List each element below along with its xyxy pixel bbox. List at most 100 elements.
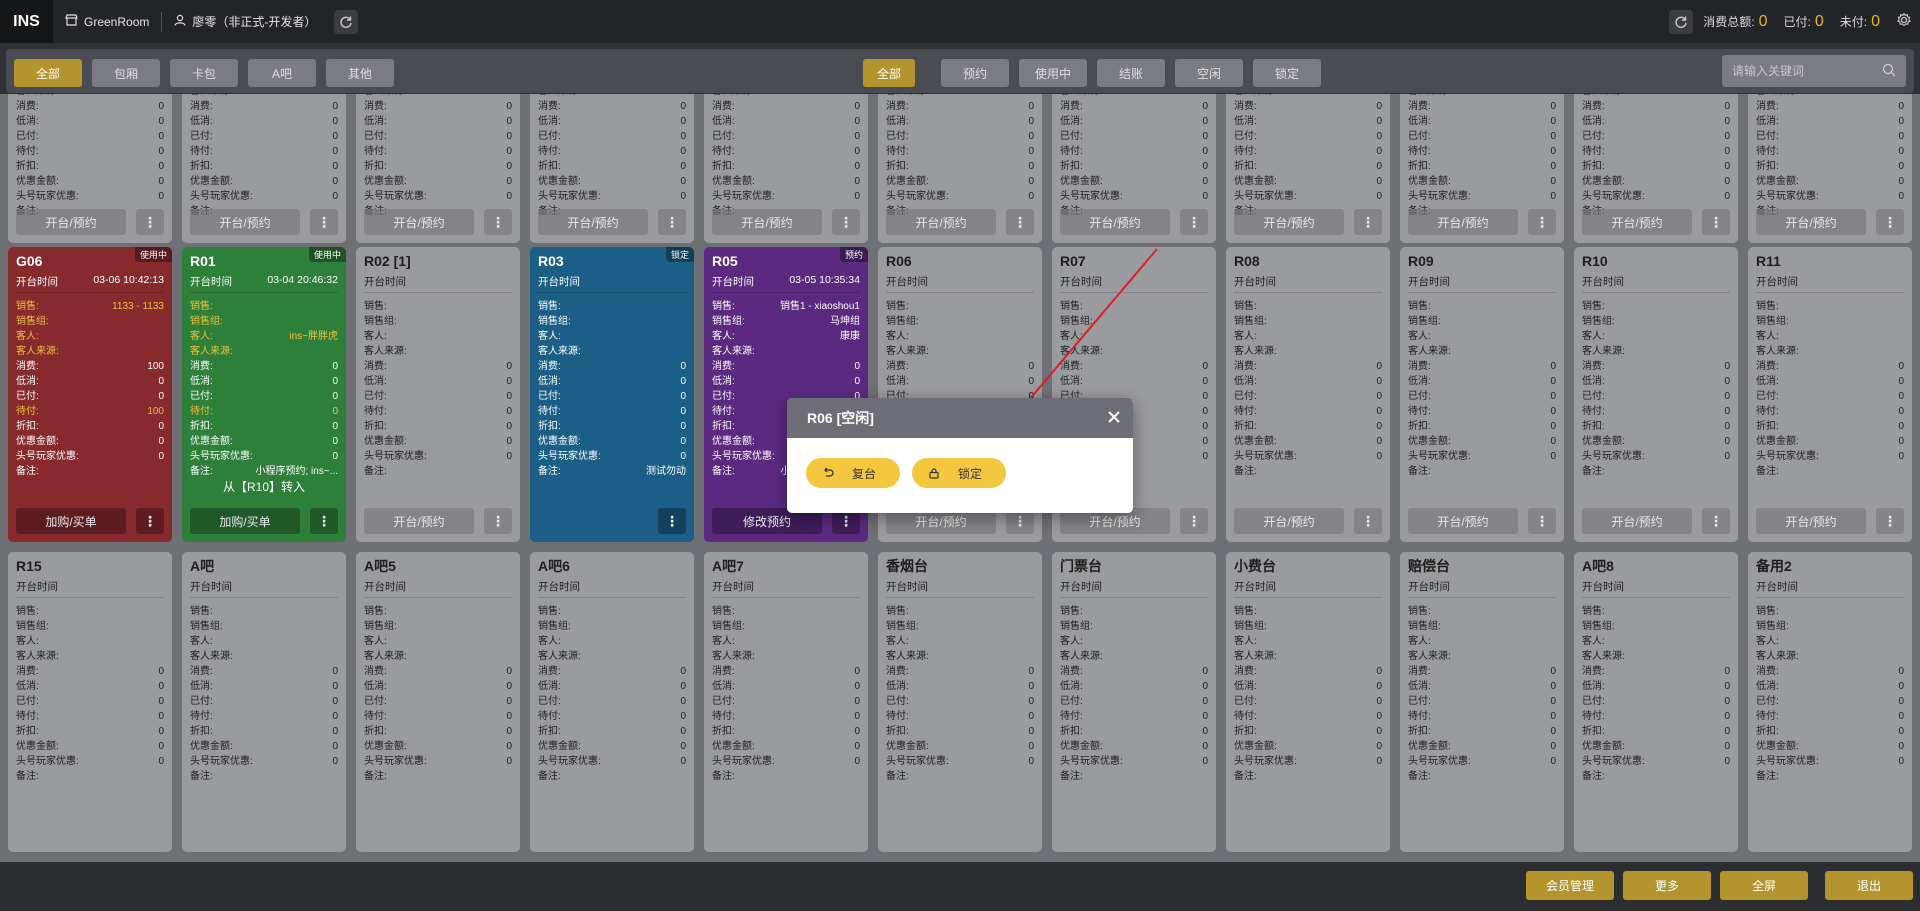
card-action-button[interactable]: 加购/买单 bbox=[190, 508, 300, 534]
table-card[interactable]: 赔偿台 开台时间 销售: 销售组: 客人: 客人来源: 消费: 0 低消: 0 已付: 0 待付: 0 折扣… bbox=[1400, 552, 1564, 852]
store-selector[interactable]: GreenRoom bbox=[53, 11, 163, 32]
table-card[interactable]: 客人来源:消费:0低消:0已付:0待付:0折扣:0优惠金额:0头号玩家优惠:0备… bbox=[530, 94, 694, 243]
table-card[interactable]: 小费台 开台时间 销售: 销售组: 客人: 客人来源: 消费: 0 低消: 0 已付: 0 待付: 0 折扣… bbox=[1226, 552, 1390, 852]
status-filter-reserved[interactable]: 预约 bbox=[941, 59, 1009, 87]
card-action-button[interactable]: 开台/预约 bbox=[1582, 508, 1692, 534]
table-card[interactable]: A吧5 开台时间 销售: 销售组: 客人: 客人来源: 消费: 0 低消: 0 已付: 0 待付: 0 折扣… bbox=[356, 552, 520, 852]
area-filter-all[interactable]: 全部 bbox=[14, 59, 82, 87]
card-more-button[interactable]: ⋮ bbox=[1354, 209, 1382, 235]
detail-label: 备注: bbox=[1234, 771, 1257, 782]
table-card[interactable]: 客人来源:消费:0低消:0已付:0待付:0折扣:0优惠金额:0头号玩家优惠:0备… bbox=[704, 94, 868, 243]
settings-button[interactable] bbox=[1896, 12, 1912, 31]
detail-label: 优惠金额: bbox=[190, 176, 233, 187]
table-card[interactable]: 客人来源:消费:0低消:0已付:0待付:0折扣:0优惠金额:0头号玩家优惠:0备… bbox=[878, 94, 1042, 243]
user-info[interactable]: 廖零（非正式-开发者） bbox=[162, 12, 328, 32]
status-filter-all[interactable]: 全部 bbox=[863, 59, 915, 87]
card-more-button[interactable]: ⋮ bbox=[832, 209, 860, 235]
table-card[interactable]: G06 使用中 开台时间 03-06 10:42:13 销售: 1133 - 1133 销售… bbox=[8, 247, 172, 542]
area-filter-rooms[interactable]: 包厢 bbox=[92, 59, 160, 87]
open-time-label: 开台时间 bbox=[1060, 276, 1102, 288]
stats-refresh-button[interactable] bbox=[1669, 9, 1694, 34]
table-card[interactable]: A吧8 开台时间 销售: 销售组: 客人: 客人来源: 消费: 0 低消: 0 已付: 0 待付: 0 折扣… bbox=[1574, 552, 1738, 852]
table-card[interactable]: 客人来源:消费:0低消:0已付:0待付:0折扣:0优惠金额:0头号玩家优惠:0备… bbox=[1052, 94, 1216, 243]
card-action-button[interactable]: 开台/预约 bbox=[538, 209, 648, 235]
more-button[interactable]: 更多 bbox=[1623, 871, 1711, 900]
table-card[interactable]: R11 开台时间 销售: 销售组: 客人: 客人来源: 消费: 0 低消: 0 已付: 0 待付: 0 折扣… bbox=[1748, 247, 1912, 542]
card-action-button[interactable]: 开台/预约 bbox=[16, 209, 126, 235]
card-more-button[interactable]: ⋮ bbox=[1876, 209, 1904, 235]
card-action-button[interactable]: 开台/预约 bbox=[1234, 508, 1344, 534]
card-more-button[interactable]: ⋮ bbox=[136, 209, 164, 235]
card-action-button[interactable]: 开台/预约 bbox=[364, 209, 474, 235]
table-card[interactable]: A吧 开台时间 销售: 销售组: 客人: 客人来源: 消费: 0 低消: 0 已付: 0 待付: 0 折扣:… bbox=[182, 552, 346, 852]
card-more-button[interactable]: ⋮ bbox=[658, 209, 686, 235]
table-card[interactable]: R02 [1] 开台时间 销售: 销售组: 客人: 客人来源: 消费: 0 低消: 0 已付: 0 待付… bbox=[356, 247, 520, 542]
card-action-button[interactable]: 开台/预约 bbox=[1408, 508, 1518, 534]
table-card[interactable]: R01 使用中 开台时间 03-04 20:46:32 销售: 销售组: 客人: ins~胖胖… bbox=[182, 247, 346, 542]
card-more-button[interactable]: ⋮ bbox=[1180, 209, 1208, 235]
card-more-button[interactable]: ⋮ bbox=[1006, 209, 1034, 235]
logout-button[interactable]: 退出 bbox=[1825, 871, 1913, 900]
table-card[interactable]: 门票台 开台时间 销售: 销售组: 客人: 客人来源: 消费: 0 低消: 0 已付: 0 待付: 0 折扣… bbox=[1052, 552, 1216, 852]
table-card[interactable]: R03 锁定 开台时间 销售: 销售组: 客人: 客人来源: 消费: 0 低消: 0 已付: 0 待付: 0… bbox=[530, 247, 694, 542]
card-more-button[interactable]: ⋮ bbox=[1354, 508, 1382, 534]
card-more-button[interactable]: ⋮ bbox=[136, 508, 164, 534]
detail-row: 消费: 0 bbox=[16, 99, 164, 114]
area-filter-booths[interactable]: 卡包 bbox=[170, 59, 238, 87]
detail-value: 0 bbox=[506, 421, 512, 432]
card-more-button[interactable]: ⋮ bbox=[484, 209, 512, 235]
card-action-button[interactable]: 开台/预约 bbox=[886, 209, 996, 235]
table-card[interactable]: 客人来源:消费:0低消:0已付:0待付:0折扣:0优惠金额:0头号玩家优惠:0备… bbox=[356, 94, 520, 243]
lock-table-button[interactable]: 锁定 bbox=[912, 458, 1006, 488]
table-card[interactable]: 客人来源:消费:0低消:0已付:0待付:0折扣:0优惠金额:0头号玩家优惠:0备… bbox=[1226, 94, 1390, 243]
table-card[interactable]: R15 开台时间 销售: 销售组: 客人: 客人来源: 消费: 0 低消: 0 已付: 0 待付: 0 折扣… bbox=[8, 552, 172, 852]
card-more-button[interactable]: ⋮ bbox=[1528, 508, 1556, 534]
table-card[interactable]: R09 开台时间 销售: 销售组: 客人: 客人来源: 消费: 0 低消: 0 已付: 0 待付: 0 折扣… bbox=[1400, 247, 1564, 542]
status-filter-locked[interactable]: 锁定 bbox=[1253, 59, 1321, 87]
table-card[interactable]: R08 开台时间 销售: 销售组: 客人: 客人来源: 消费: 0 低消: 0 已付: 0 待付: 0 折扣… bbox=[1226, 247, 1390, 542]
card-more-button[interactable]: ⋮ bbox=[1180, 508, 1208, 534]
search-input[interactable] bbox=[1722, 55, 1906, 87]
card-more-button[interactable]: ⋮ bbox=[1876, 508, 1904, 534]
fullscreen-button[interactable]: 全屏 bbox=[1720, 871, 1808, 900]
card-header: R07 开台时间 bbox=[1052, 247, 1216, 293]
area-filter-abar[interactable]: A吧 bbox=[248, 59, 316, 87]
detail-row: 客人: 康康 bbox=[712, 329, 860, 344]
table-card[interactable]: 香烟台 开台时间 销售: 销售组: 客人: 客人来源: 消费: 0 低消: 0 已付: 0 待付: 0 折扣… bbox=[878, 552, 1042, 852]
table-card[interactable]: A吧6 开台时间 销售: 销售组: 客人: 客人来源: 消费: 0 低消: 0 已付: 0 待付: 0 折扣… bbox=[530, 552, 694, 852]
detail-label: 消费: bbox=[1234, 101, 1257, 112]
card-more-button[interactable]: ⋮ bbox=[1528, 209, 1556, 235]
member-management-button[interactable]: 会员管理 bbox=[1526, 871, 1614, 900]
card-action-button[interactable]: 加购/买单 bbox=[16, 508, 126, 534]
card-more-button[interactable]: ⋮ bbox=[1702, 209, 1730, 235]
card-action-button[interactable]: 开台/预约 bbox=[1408, 209, 1518, 235]
card-action-button[interactable]: 开台/预约 bbox=[1582, 209, 1692, 235]
table-card[interactable]: 客人来源:消费:0低消:0已付:0待付:0折扣:0优惠金额:0头号玩家优惠:0备… bbox=[182, 94, 346, 243]
card-more-button[interactable]: ⋮ bbox=[310, 508, 338, 534]
card-more-button[interactable]: ⋮ bbox=[658, 508, 686, 534]
card-action-button[interactable]: 开台/预约 bbox=[1234, 209, 1344, 235]
status-filter-free[interactable]: 空闲 bbox=[1175, 59, 1243, 87]
card-more-button[interactable]: ⋮ bbox=[484, 508, 512, 534]
table-card[interactable]: 备用2 开台时间 销售: 销售组: 客人: 客人来源: 消费: 0 低消: 0 已付: 0 待付: 0 折扣… bbox=[1748, 552, 1912, 852]
card-action-button[interactable]: 开台/预约 bbox=[1756, 508, 1866, 534]
card-action-button[interactable]: 开台/预约 bbox=[1060, 209, 1170, 235]
card-action-button[interactable]: 开台/预约 bbox=[1756, 209, 1866, 235]
card-more-button[interactable]: ⋮ bbox=[1702, 508, 1730, 534]
table-card[interactable]: 客人来源:消费:0低消:0已付:0待付:0折扣:0优惠金额:0头号玩家优惠:0备… bbox=[1574, 94, 1738, 243]
restore-table-button[interactable]: 复台 bbox=[806, 458, 900, 488]
table-card[interactable]: A吧7 开台时间 销售: 销售组: 客人: 客人来源: 消费: 0 低消: 0 已付: 0 待付: 0 折扣… bbox=[704, 552, 868, 852]
card-action-button[interactable]: 开台/预约 bbox=[364, 508, 474, 534]
table-card[interactable]: 客人来源:消费:0低消:0已付:0待付:0折扣:0优惠金额:0头号玩家优惠:0备… bbox=[1400, 94, 1564, 243]
card-action-button[interactable]: 开台/预约 bbox=[190, 209, 300, 235]
table-card[interactable]: R10 开台时间 销售: 销售组: 客人: 客人来源: 消费: 0 低消: 0 已付: 0 待付: 0 折扣… bbox=[1574, 247, 1738, 542]
card-more-button[interactable]: ⋮ bbox=[310, 209, 338, 235]
refresh-button[interactable] bbox=[334, 9, 359, 34]
status-filter-in-use[interactable]: 使用中 bbox=[1019, 59, 1087, 87]
table-card[interactable]: 客人来源:消费:0低消:0已付:0待付:0折扣:0优惠金额:0头号玩家优惠:0备… bbox=[1748, 94, 1912, 243]
close-button[interactable] bbox=[1107, 410, 1121, 427]
status-filter-checkout[interactable]: 结账 bbox=[1097, 59, 1165, 87]
area-filter-other[interactable]: 其他 bbox=[326, 59, 394, 87]
card-action-button[interactable]: 开台/预约 bbox=[712, 209, 822, 235]
table-card[interactable]: 客人来源:消费:0低消:0已付:0待付:0折扣:0优惠金额:0头号玩家优惠:0备… bbox=[8, 94, 172, 243]
